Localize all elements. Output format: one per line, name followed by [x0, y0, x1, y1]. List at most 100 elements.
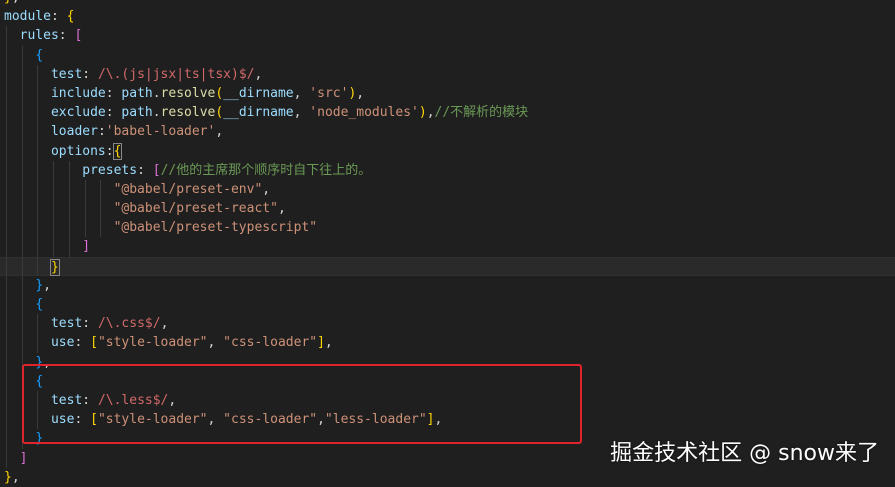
- code-token: test: [50, 66, 83, 82]
- code-text: "@babel/preset-typescript": [4, 218, 318, 237]
- code-token: presets: [82, 162, 138, 178]
- code-text: loader:'babel-loader',: [4, 122, 223, 141]
- code-token: }: [4, 0, 12, 5]
- code-text: test: /\.css$/,: [4, 314, 168, 333]
- code-token: "style-loader": [97, 335, 208, 351]
- code-line: exclude: path.resolve(__dirname, 'node_m…: [0, 103, 895, 123]
- code-line: "@babel/preset-env",: [0, 179, 895, 200]
- code-text: ]: [4, 237, 90, 256]
- code-line: {: [0, 45, 895, 65]
- code-line: options:{: [0, 141, 895, 161]
- highlight-annotation-box: [22, 364, 582, 444]
- code-token: "@babel/preset-typescript": [113, 220, 318, 236]
- code-token: ]: [19, 450, 28, 466]
- code-token: ,: [324, 335, 333, 351]
- code-token: .: [152, 105, 161, 121]
- code-line: },: [0, 275, 895, 295]
- code-line: presets: [//他的主席那个顺序时自下往上的。: [0, 160, 895, 180]
- code-token: ): [418, 105, 427, 121]
- code-line: },: [0, 468, 895, 487]
- code-text: },: [4, 468, 20, 487]
- code-line: test: /\.css$/,: [0, 314, 895, 334]
- code-text: use: ["style-loader", "css-loader"],: [4, 333, 333, 352]
- code-text: rules: [: [4, 26, 83, 45]
- code-token: options: [50, 143, 106, 159]
- code-line: ]: [0, 237, 895, 257]
- code-text: "@babel/preset-env",: [4, 180, 271, 199]
- code-text: test: /\.(js|jsx|ts|tsx)$/,: [4, 65, 262, 84]
- code-line: "@babel/preset-react",: [0, 199, 895, 219]
- code-text: "@babel/preset-react",: [4, 199, 286, 218]
- code-token: ,: [262, 181, 271, 197]
- code-text: exclude: path.resolve(__dirname, 'node_m…: [4, 103, 528, 122]
- code-token: module: [4, 9, 51, 25]
- code-token: :: [105, 85, 122, 101]
- code-token: ,: [426, 105, 435, 121]
- code-token: .: [152, 85, 161, 101]
- code-token: :: [97, 124, 106, 140]
- code-token: ,: [293, 105, 310, 121]
- code-line: test: /\.(js|jsx|ts|tsx)$/,: [0, 64, 895, 84]
- code-token: /\.css$/: [97, 316, 161, 332]
- code-token: ]: [317, 335, 325, 351]
- code-text: }: [4, 258, 60, 277]
- code-token: //他的主席那个顺序时自下往上的。: [160, 162, 372, 178]
- code-token: //不解析的模块: [434, 105, 529, 121]
- code-token: :: [105, 143, 114, 159]
- code-token: :: [82, 66, 98, 82]
- code-token: }: [49, 258, 60, 276]
- code-token: ,: [12, 0, 20, 5]
- code-token: :: [82, 316, 98, 332]
- code-token: {: [35, 47, 44, 63]
- code-token: [: [90, 335, 98, 351]
- code-token: path: [121, 85, 153, 101]
- code-token: /\.(js|jsx|ts|tsx)$/: [97, 66, 255, 82]
- code-token: ,: [160, 316, 169, 332]
- code-token: ,: [43, 277, 51, 293]
- code-token: :: [74, 335, 91, 351]
- code-token: loader: [50, 124, 98, 140]
- code-text: {: [4, 295, 43, 314]
- code-token: __dirname: [223, 105, 294, 121]
- code-token: use: [50, 335, 75, 351]
- code-text: ]: [4, 449, 28, 468]
- code-token: ,: [356, 85, 365, 101]
- code-text: },: [4, 0, 20, 7]
- code-token: ,: [11, 469, 20, 485]
- code-token: {: [35, 297, 44, 312]
- code-token: test: [50, 316, 83, 332]
- code-token: ,: [215, 124, 224, 140]
- code-token: 'babel-loader': [105, 124, 216, 140]
- code-token: :: [50, 9, 67, 25]
- code-token: ]: [82, 239, 91, 255]
- code-text: },: [4, 276, 51, 295]
- code-text: module: {: [4, 7, 74, 26]
- code-token: "@babel/preset-react": [113, 201, 278, 217]
- code-token: [: [74, 28, 83, 44]
- code-token: "css-loader": [223, 335, 318, 351]
- code-line: module: {: [0, 7, 895, 26]
- code-line: "@babel/preset-typescript": [0, 218, 895, 238]
- code-text: options:{: [4, 142, 123, 161]
- code-token: (: [215, 85, 224, 101]
- code-line: use: ["style-loader", "css-loader"],: [0, 333, 895, 353]
- code-token: [: [152, 162, 161, 178]
- code-token: }: [35, 277, 44, 293]
- watermark: 掘金技术社区 @ snow来了: [610, 441, 879, 466]
- code-line: }: [0, 256, 895, 277]
- code-token: :: [105, 105, 122, 121]
- code-token: rules: [19, 28, 59, 44]
- code-line: loader:'babel-loader',: [0, 122, 895, 142]
